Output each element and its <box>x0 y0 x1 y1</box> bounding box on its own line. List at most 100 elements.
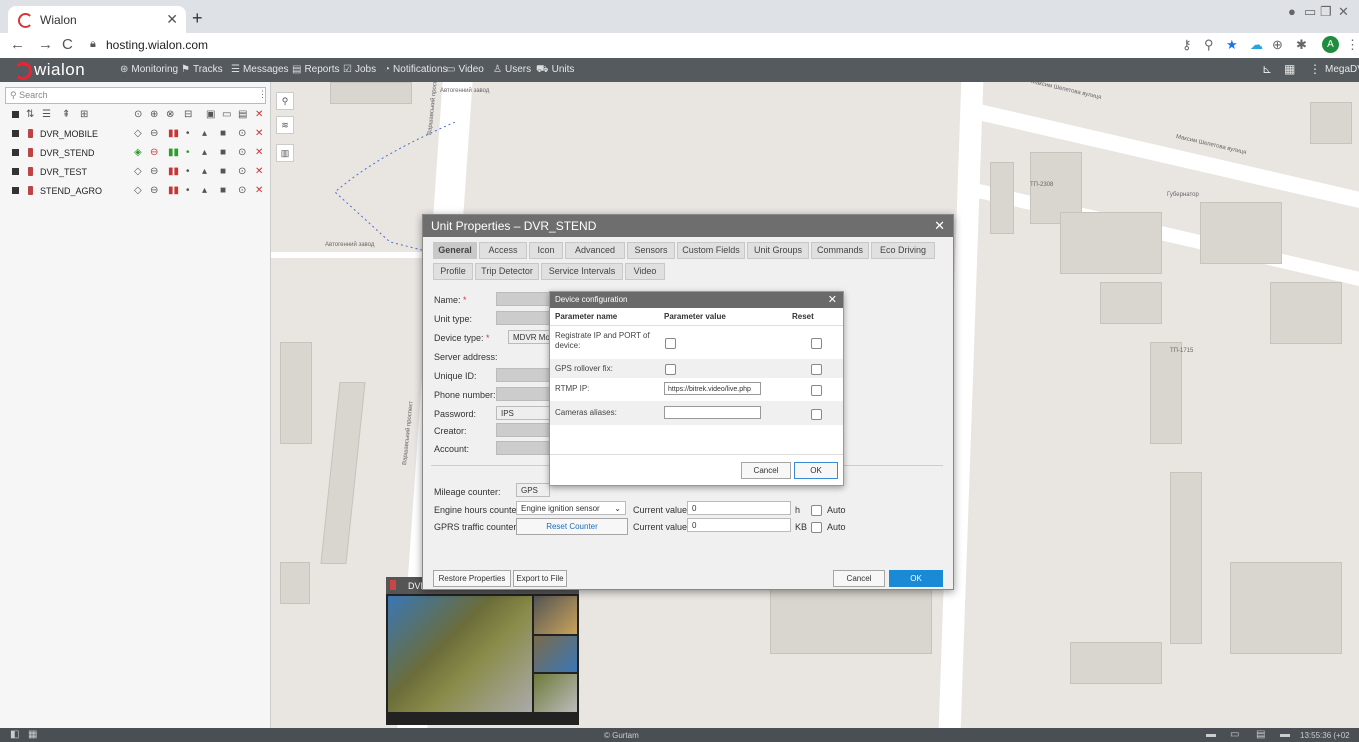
unit-clock-icon[interactable]: ⊙ <box>238 128 246 139</box>
video-col-icon[interactable]: ▭ <box>222 109 231 120</box>
unit-image-icon[interactable]: ▴ <box>202 185 207 196</box>
tab-sensors[interactable]: Sensors <box>627 242 675 259</box>
password-field[interactable]: IPS <box>496 406 551 420</box>
menu-messages[interactable]: ☰ Messages <box>231 64 289 75</box>
config-ok-button[interactable]: OK <box>794 462 838 479</box>
unique-id-field[interactable] <box>496 368 551 382</box>
mileage-select[interactable]: GPS <box>516 483 550 497</box>
unit-checkbox[interactable] <box>12 187 19 194</box>
more-icon[interactable]: ⋮ <box>1346 37 1359 53</box>
tab-custom-fields[interactable]: Custom Fields <box>677 242 745 259</box>
tab-access[interactable]: Access <box>479 242 527 259</box>
param-value-checkbox[interactable] <box>665 364 676 375</box>
minimize-icon[interactable]: ▭ <box>1304 4 1316 20</box>
gprs-auto-checkbox[interactable] <box>811 522 822 533</box>
reload-icon[interactable]: C <box>62 36 73 53</box>
unit-delete-icon[interactable]: ✕ <box>255 128 263 139</box>
tab-general[interactable]: General <box>433 242 477 259</box>
map-layers-icon[interactable]: ≋ <box>276 116 294 134</box>
cancel-button[interactable]: Cancel <box>833 570 885 587</box>
engine-auto-checkbox[interactable] <box>811 505 822 516</box>
unit-row[interactable]: STEND_AGRO ◇ ⊖ ▮▮ • ▴ ■ ⊙ ✕ <box>0 184 270 199</box>
device-type-field[interactable]: MDVR Module <box>508 330 551 344</box>
unit-locate-icon[interactable]: ◈ <box>134 147 142 158</box>
menu-monitoring[interactable]: ⊛ Monitoring <box>120 64 178 75</box>
new-tab-icon[interactable]: + <box>192 8 203 29</box>
unit-image-icon[interactable]: ▴ <box>202 128 207 139</box>
reset-checkbox[interactable] <box>811 385 822 396</box>
doc-icon[interactable]: ▤ <box>238 109 247 120</box>
menu-tracks[interactable]: ⚑ Tracks <box>181 64 223 75</box>
engine-hours-current-field[interactable]: 0 <box>687 501 791 515</box>
reset-checkbox[interactable] <box>811 364 822 375</box>
unit-video-icon[interactable]: ■ <box>220 128 226 139</box>
video-panel[interactable]: DVR <box>386 577 579 725</box>
unit-checkbox[interactable] <box>12 168 19 175</box>
close-icon[interactable]: ✕ <box>828 293 837 306</box>
back-icon[interactable]: ← <box>10 36 25 53</box>
status-icon[interactable]: ▬ <box>1280 729 1290 740</box>
unit-state-icon[interactable]: ⊖ <box>150 128 158 139</box>
close-window-icon[interactable]: ✕ <box>1338 4 1349 20</box>
camera-feed-thumb[interactable] <box>534 674 577 712</box>
tab-eco-driving[interactable]: Eco Driving <box>871 242 935 259</box>
panel-toggle-icon[interactable]: ◧ <box>10 729 19 740</box>
unit-type-field[interactable] <box>496 311 551 325</box>
sort-icon[interactable]: ⇅ <box>26 109 34 120</box>
status-icon[interactable]: ▬ <box>1206 729 1216 740</box>
tab-service-intervals[interactable]: Service Intervals <box>541 263 623 280</box>
status-icon[interactable]: ▭ <box>1230 729 1239 740</box>
globe-ext-icon[interactable]: ⊕ <box>1272 37 1283 53</box>
layout-icon[interactable]: ⊾ <box>1262 62 1272 76</box>
key-icon[interactable]: ⚷ <box>1182 37 1192 53</box>
url-input[interactable]: 🔒︎ hosting.wialon.com <box>86 36 1166 55</box>
unit-clock-icon[interactable]: ⊙ <box>238 185 246 196</box>
unit-delete-icon[interactable]: ✕ <box>255 147 263 158</box>
command-icon[interactable]: ⊟ <box>184 109 192 120</box>
name-field[interactable] <box>496 292 551 306</box>
unit-state-icon[interactable]: ⊖ <box>150 185 158 196</box>
list-icon[interactable]: ☰ <box>42 109 51 120</box>
unit-clock-icon[interactable]: ⊙ <box>238 166 246 177</box>
unit-delete-icon[interactable]: ✕ <box>255 166 263 177</box>
profile-dot-icon[interactable]: ● <box>1288 4 1296 19</box>
creator-field[interactable] <box>496 423 551 437</box>
rtmp-ip-input[interactable]: https://bitrek.video/live.php <box>664 382 761 395</box>
unit-locate-icon[interactable]: ◇ <box>134 128 142 139</box>
menu-users[interactable]: ♙ Users <box>493 64 531 75</box>
forward-icon[interactable]: → <box>38 36 53 53</box>
close-tab-icon[interactable]: ✕ <box>166 11 178 28</box>
grid-toggle-icon[interactable]: ▦ <box>28 729 37 740</box>
config-cancel-button[interactable]: Cancel <box>741 462 791 479</box>
close-icon[interactable]: ✕ <box>934 218 945 234</box>
unit-state-icon[interactable]: ⊖ <box>150 147 158 158</box>
unit-locate-icon[interactable]: ◇ <box>134 185 142 196</box>
phone-field[interactable] <box>496 387 551 401</box>
menu-video[interactable]: ▭ Video <box>446 64 484 75</box>
restore-properties-button[interactable]: Restore Properties <box>433 570 511 587</box>
tab-video[interactable]: Video <box>625 263 665 280</box>
extension-icon[interactable]: ☁ <box>1250 37 1263 53</box>
map-search-icon[interactable]: ⚲ <box>276 92 294 110</box>
image-icon[interactable]: ▣ <box>206 109 215 120</box>
user-name[interactable]: MegaDVR <box>1325 64 1359 75</box>
star-icon[interactable]: ★ <box>1226 37 1238 53</box>
param-value-checkbox[interactable] <box>665 338 676 349</box>
follow-icon[interactable]: ⊕ <box>150 109 158 120</box>
zoom-icon[interactable]: ⚲ <box>1204 37 1214 53</box>
topbar-more-icon[interactable]: ⋮ <box>1309 62 1321 76</box>
unit-checkbox[interactable] <box>12 130 19 137</box>
unit-state-icon[interactable]: ⊖ <box>150 166 158 177</box>
unit-video-icon[interactable]: ■ <box>220 147 226 158</box>
unit-locate-icon[interactable]: ◇ <box>134 166 142 177</box>
tab-commands[interactable]: Commands <box>811 242 869 259</box>
puzzle-icon[interactable]: ✱ <box>1296 37 1307 53</box>
unit-video-icon[interactable]: ■ <box>220 185 226 196</box>
reset-counter-button[interactable]: Reset Counter <box>516 518 628 535</box>
tab-icon[interactable]: Icon <box>529 242 563 259</box>
select-all-checkbox[interactable] <box>12 111 19 118</box>
camera-feed-thumb[interactable] <box>534 596 577 634</box>
unit-video-icon[interactable]: ■ <box>220 166 226 177</box>
camera-feed-main[interactable] <box>388 596 532 712</box>
map-tools-icon[interactable]: ▥ <box>276 144 294 162</box>
